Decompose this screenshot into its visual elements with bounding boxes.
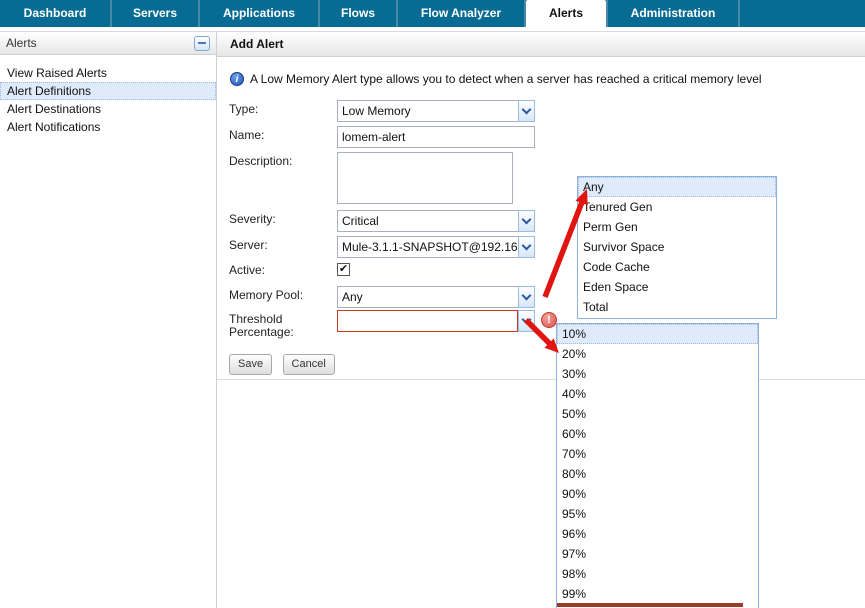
threshold-option-20[interactable]: 20%	[557, 344, 758, 364]
tab-administration[interactable]: Administration	[606, 0, 740, 27]
minus-icon	[198, 42, 206, 44]
tab-bar-filler	[740, 0, 865, 27]
tab-applications[interactable]: Applications	[200, 0, 320, 27]
threshold-option-96[interactable]: 96%	[557, 524, 758, 544]
memory-pool-option-tenured-gen[interactable]: Tenured Gen	[578, 197, 776, 217]
threshold-option-80[interactable]: 80%	[557, 464, 758, 484]
sidebar-item-alert-destinations[interactable]: Alert Destinations	[0, 100, 216, 118]
memory-pool-combo-trigger[interactable]	[518, 286, 535, 308]
tab-flow-analyzer[interactable]: Flow Analyzer	[398, 0, 526, 27]
tab-flows[interactable]: Flows	[320, 0, 398, 27]
chevron-down-icon	[522, 315, 532, 325]
type-combo-value[interactable]: Low Memory	[337, 100, 518, 122]
collapse-panel-button[interactable]	[194, 36, 210, 51]
memory-pool-option-total[interactable]: Total	[578, 297, 776, 317]
memory-pool-option-eden-space[interactable]: Eden Space	[578, 277, 776, 297]
memory-pool-option-any[interactable]: Any	[578, 177, 776, 197]
threshold-option-60[interactable]: 60%	[557, 424, 758, 444]
page-title: Add Alert	[217, 31, 865, 57]
sidebar-title: Alerts	[6, 36, 37, 50]
memory-pool-option-code-cache[interactable]: Code Cache	[578, 257, 776, 277]
tab-alerts[interactable]: Alerts	[526, 0, 606, 27]
threshold-combo-trigger[interactable]	[518, 310, 535, 332]
add-alert-panel: Add Alert A Low Memory Alert type allows…	[217, 31, 865, 608]
cancel-button[interactable]: Cancel	[283, 354, 335, 375]
save-button[interactable]: Save	[229, 354, 272, 375]
memory-pool-combo-value[interactable]: Any	[337, 286, 518, 308]
threshold-option-98[interactable]: 98%	[557, 564, 758, 584]
server-combo[interactable]: Mule-3.1.1-SNAPSHOT@192.16	[337, 236, 535, 258]
app-window: Dashboard Servers Applications Flows Flo…	[0, 0, 865, 608]
severity-combo-trigger[interactable]	[518, 210, 535, 232]
type-row: Type: Low Memory	[217, 100, 865, 124]
server-combo-value[interactable]: Mule-3.1.1-SNAPSHOT@192.16	[337, 236, 518, 258]
threshold-option-70[interactable]: 70%	[557, 444, 758, 464]
memory-pool-label: Memory Pool:	[229, 289, 331, 302]
active-label: Active:	[229, 264, 331, 277]
alerts-sidebar: Alerts View Raised Alerts Alert Definiti…	[0, 31, 217, 608]
chevron-down-icon	[522, 215, 532, 225]
memory-pool-dropdown-list: Any Tenured Gen Perm Gen Survivor Space …	[577, 176, 777, 319]
description-textarea[interactable]	[337, 152, 513, 204]
info-text: A Low Memory Alert type allows you to de…	[250, 72, 762, 86]
sidebar-header: Alerts	[0, 31, 216, 55]
tab-servers[interactable]: Servers	[112, 0, 200, 27]
server-combo-trigger[interactable]	[518, 236, 535, 258]
info-message: A Low Memory Alert type allows you to de…	[230, 72, 762, 86]
threshold-combo[interactable]	[337, 310, 535, 332]
threshold-option-10[interactable]: 10%	[557, 324, 758, 344]
name-label: Name:	[229, 129, 331, 142]
threshold-option-30[interactable]: 30%	[557, 364, 758, 384]
chevron-down-icon	[522, 105, 532, 115]
error-icon	[541, 312, 557, 328]
threshold-option-40[interactable]: 40%	[557, 384, 758, 404]
threshold-option-97[interactable]: 97%	[557, 544, 758, 564]
threshold-dropdown-list: 10% 20% 30% 40% 50% 60% 70% 80% 90% 95% …	[556, 323, 759, 608]
type-label: Type:	[229, 103, 331, 116]
active-checkbox[interactable]	[337, 263, 350, 276]
severity-combo-value[interactable]: Critical	[337, 210, 518, 232]
threshold-option-95[interactable]: 95%	[557, 504, 758, 524]
chevron-down-icon	[522, 241, 532, 251]
severity-label: Severity:	[229, 213, 331, 226]
chevron-down-icon	[522, 291, 532, 301]
type-combo[interactable]: Low Memory	[337, 100, 535, 122]
sidebar-item-alert-definitions[interactable]: Alert Definitions	[0, 82, 216, 100]
sidebar-item-list: View Raised Alerts Alert Definitions Ale…	[0, 55, 216, 136]
type-combo-trigger[interactable]	[518, 100, 535, 122]
panel-divider	[217, 379, 865, 380]
threshold-option-50[interactable]: 50%	[557, 404, 758, 424]
form-buttons: Save Cancel	[229, 354, 341, 375]
threshold-combo-value[interactable]	[337, 310, 518, 332]
threshold-option-99[interactable]: 99%	[557, 584, 758, 604]
sidebar-item-view-raised-alerts[interactable]: View Raised Alerts	[0, 64, 216, 82]
memory-pool-combo[interactable]: Any	[337, 286, 535, 308]
sidebar-item-alert-notifications[interactable]: Alert Notifications	[0, 118, 216, 136]
name-row: Name:	[217, 126, 865, 150]
threshold-label: Threshold Percentage:	[229, 313, 331, 339]
description-label: Description:	[229, 155, 331, 168]
dropdown-bottom-bar	[557, 603, 743, 607]
memory-pool-option-survivor-space[interactable]: Survivor Space	[578, 237, 776, 257]
tab-dashboard[interactable]: Dashboard	[0, 0, 112, 27]
threshold-option-90[interactable]: 90%	[557, 484, 758, 504]
server-label: Server:	[229, 239, 331, 252]
memory-pool-option-perm-gen[interactable]: Perm Gen	[578, 217, 776, 237]
top-tab-bar: Dashboard Servers Applications Flows Flo…	[0, 0, 865, 27]
info-icon	[230, 72, 244, 86]
severity-combo[interactable]: Critical	[337, 210, 535, 232]
name-input[interactable]	[337, 126, 535, 148]
